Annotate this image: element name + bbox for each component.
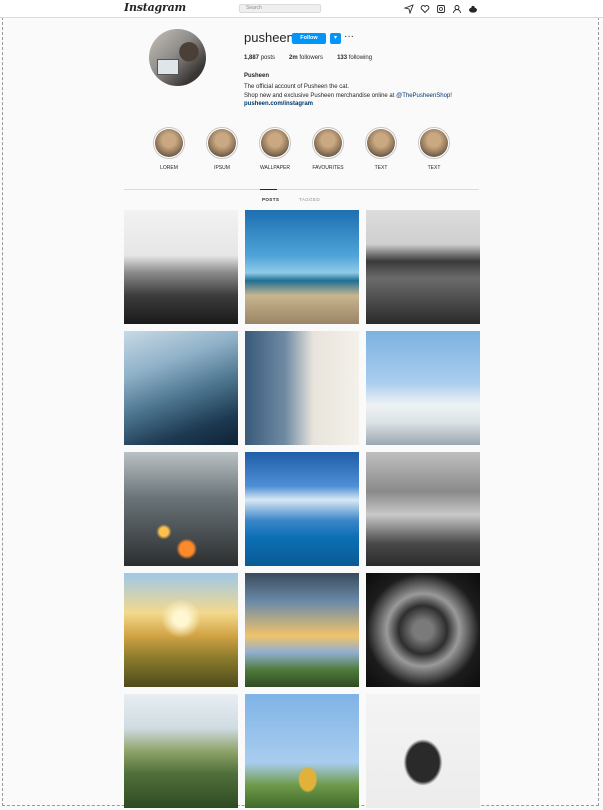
profile-website-link[interactable]: pusheen.com/instagram [244, 101, 313, 107]
tab-tagged[interactable]: TAGGED [299, 197, 320, 202]
post-tile-looking-up-buildings[interactable] [366, 573, 480, 687]
post-tile-rainy-window-bokeh[interactable] [124, 452, 238, 566]
post-tile-foggy-forest[interactable] [366, 452, 480, 566]
follow-button[interactable]: Follow [292, 33, 326, 44]
cart-icon[interactable] [468, 4, 478, 14]
bio-line-1: The official account of Pusheen the cat. [244, 84, 349, 90]
nav-icons [404, 3, 478, 14]
highlight-text-2[interactable]: TEXT [414, 127, 454, 171]
active-tab-indicator [260, 189, 277, 190]
profile-avatar[interactable] [149, 29, 206, 86]
post-tile-misty-blue-mountains[interactable] [124, 331, 238, 445]
search-input[interactable]: Search [239, 4, 321, 13]
posts-count: 1,887 posts [244, 55, 276, 61]
highlight-lorem[interactable]: LOREM [149, 127, 189, 171]
profile-username: pusheen [244, 30, 294, 45]
post-tile-beach-sunset[interactable] [245, 210, 359, 324]
post-tile-pineapple-on-grass[interactable] [245, 694, 359, 808]
post-tile-double-exposure-building[interactable] [245, 331, 359, 445]
bio-line-2: Shop new and exclusive Pusheen merchandi… [244, 93, 452, 99]
post-tile-bw-hillside-path[interactable] [124, 210, 238, 324]
more-options-icon[interactable]: ··· [344, 31, 354, 42]
tabs-divider [124, 189, 479, 190]
post-tile-tree-framed-lake[interactable] [245, 573, 359, 687]
post-tile-river-valley-aerial[interactable] [124, 694, 238, 808]
following-count[interactable]: 133 following [337, 55, 372, 61]
chevron-down-icon: ▾ [333, 35, 337, 41]
profile-stats: 1,887 posts 2m followers 133 following [244, 55, 372, 61]
post-tile-ocean-boat-clouds[interactable] [245, 452, 359, 566]
top-nav: Instagram Search [0, 0, 603, 18]
instagram-logo[interactable]: Instagram [124, 1, 186, 14]
post-tile-typewriter[interactable] [366, 694, 480, 808]
post-tile-coastal-cliff-village[interactable] [366, 210, 480, 324]
profile-full-name: Pusheen [244, 73, 270, 79]
profile-icon[interactable] [452, 4, 462, 14]
tab-posts[interactable]: POSTS [262, 197, 279, 202]
post-tile-santorini-windmill[interactable] [366, 331, 480, 445]
highlight-ipsum[interactable]: IPSUM [202, 127, 242, 171]
highlight-favourites[interactable]: FAVOURITES [308, 127, 348, 171]
highlight-wallpaper[interactable]: WALLPAPER [255, 127, 295, 171]
followers-count[interactable]: 2m followers [289, 55, 323, 61]
messages-icon[interactable] [436, 4, 446, 14]
heart-icon[interactable] [420, 4, 430, 14]
shop-mention-link[interactable]: @ThePusheenShop! [396, 93, 452, 99]
suggested-accounts-button[interactable]: ▾ [330, 33, 341, 44]
highlight-text-1[interactable]: TEXT [361, 127, 401, 171]
post-tile-golden-field-sunset[interactable] [124, 573, 238, 687]
explore-icon[interactable] [404, 3, 414, 14]
